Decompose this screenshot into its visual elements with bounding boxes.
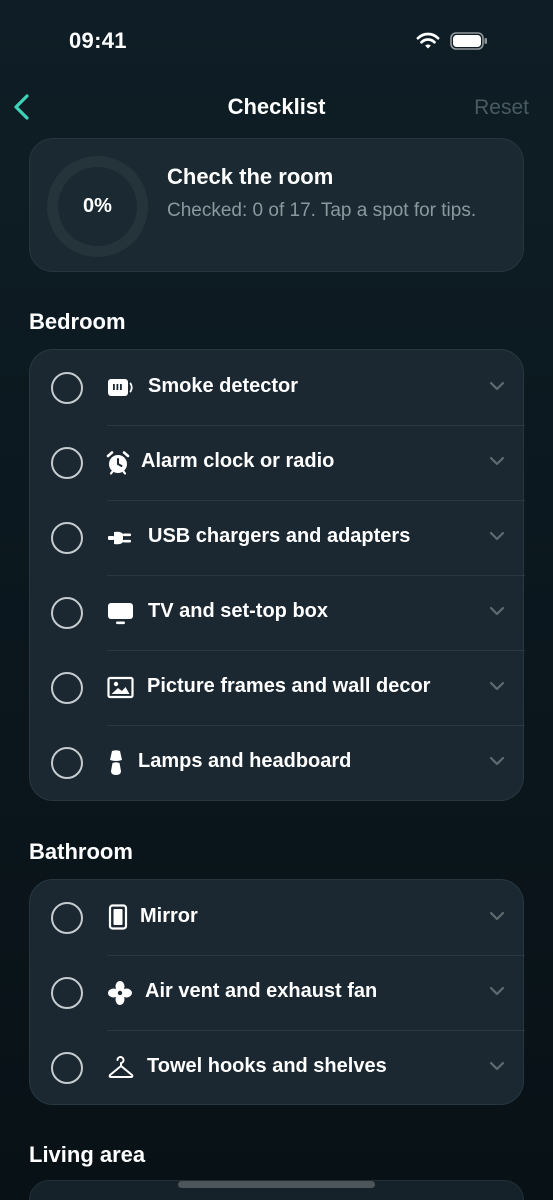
checklist-item-lamps[interactable]: Lamps and headboard [30, 725, 525, 801]
chevron-down-icon[interactable] [489, 910, 505, 922]
divider [107, 500, 525, 501]
wifi-icon [416, 32, 440, 49]
item-label: Towel hooks and shelves [147, 1055, 387, 1077]
navigation-bar: Checklist Reset [0, 84, 553, 130]
checkbox[interactable] [51, 597, 83, 629]
checkbox[interactable] [51, 372, 83, 404]
checkbox[interactable] [51, 522, 83, 554]
checklist-item-tv[interactable]: TV and set-top box [30, 575, 525, 651]
status-bar: 09:41 [0, 0, 553, 84]
divider [107, 650, 525, 651]
checklist-item-towel-hooks[interactable]: Towel hooks and shelves [30, 1030, 525, 1106]
checklist-item-air-vent[interactable]: Air vent and exhaust fan [30, 955, 525, 1031]
chevron-down-icon[interactable] [489, 455, 505, 467]
item-label: Air vent and exhaust fan [145, 980, 378, 1002]
hanger-icon [108, 1056, 134, 1078]
progress-percent: 0% [83, 195, 112, 217]
section-title-bedroom: Bedroom [29, 309, 126, 334]
divider [107, 1030, 525, 1031]
summary-subtitle: Checked: 0 of 17. Tap a spot for tips. [167, 200, 477, 221]
divider [107, 575, 525, 576]
checklist-item-mirror[interactable]: Mirror [30, 880, 525, 956]
plug-icon [108, 531, 131, 545]
lamp-icon [110, 750, 122, 775]
home-indicator[interactable] [178, 1181, 375, 1188]
item-label: Smoke detector [148, 375, 299, 397]
checkbox[interactable] [51, 902, 83, 934]
checkbox[interactable] [51, 672, 83, 704]
chevron-down-icon[interactable] [489, 605, 505, 617]
divider [107, 955, 525, 956]
item-label: USB chargers and adapters [148, 525, 411, 547]
divider [107, 425, 525, 426]
divider [107, 725, 525, 726]
mirror-icon [108, 904, 128, 930]
checklist-item-usb-chargers[interactable]: USB chargers and adapters [30, 500, 525, 576]
section-title-bathroom: Bathroom [29, 839, 133, 864]
chevron-down-icon[interactable] [489, 755, 505, 767]
picture-icon [107, 676, 134, 699]
smoke-detector-icon [108, 379, 133, 396]
status-time: 09:41 [69, 28, 127, 53]
chevron-down-icon[interactable] [489, 380, 505, 392]
chevron-down-icon[interactable] [489, 530, 505, 542]
checklist-item-picture-frames[interactable]: Picture frames and wall decor [30, 650, 525, 726]
page-title: Checklist [227, 94, 326, 119]
reset-button[interactable]: Reset [474, 96, 529, 120]
summary-title: Check the room [167, 164, 334, 189]
item-label: TV and set-top box [148, 600, 328, 622]
battery-icon [450, 32, 487, 50]
item-label: Mirror [140, 905, 198, 927]
chevron-down-icon[interactable] [489, 1060, 505, 1072]
chevron-down-icon[interactable] [489, 680, 505, 692]
checkbox[interactable] [51, 1052, 83, 1084]
chevron-down-icon[interactable] [489, 985, 505, 997]
item-label: Alarm clock or radio [141, 450, 335, 472]
checkbox[interactable] [51, 447, 83, 479]
fan-icon [108, 981, 132, 1005]
progress-summary-card: 0% Check the room Checked: 0 of 17. Tap … [29, 138, 524, 272]
item-label: Lamps and headboard [138, 750, 352, 772]
checklist-item-alarm-clock[interactable]: Alarm clock or radio [30, 425, 525, 501]
bedroom-checklist: Smoke detector Alarm clock or radio USB … [29, 349, 525, 801]
item-label: Picture frames and wall decor [147, 675, 431, 697]
alarm-clock-icon [106, 451, 130, 475]
checkbox[interactable] [51, 977, 83, 1009]
bathroom-checklist: Mirror Air vent and exhaust fan Towel ho… [29, 879, 525, 1106]
checklist-item-smoke-detector[interactable]: Smoke detector [30, 350, 525, 426]
checkbox[interactable] [51, 747, 83, 779]
tv-icon [108, 603, 133, 625]
section-title-living-area: Living area [29, 1142, 146, 1167]
